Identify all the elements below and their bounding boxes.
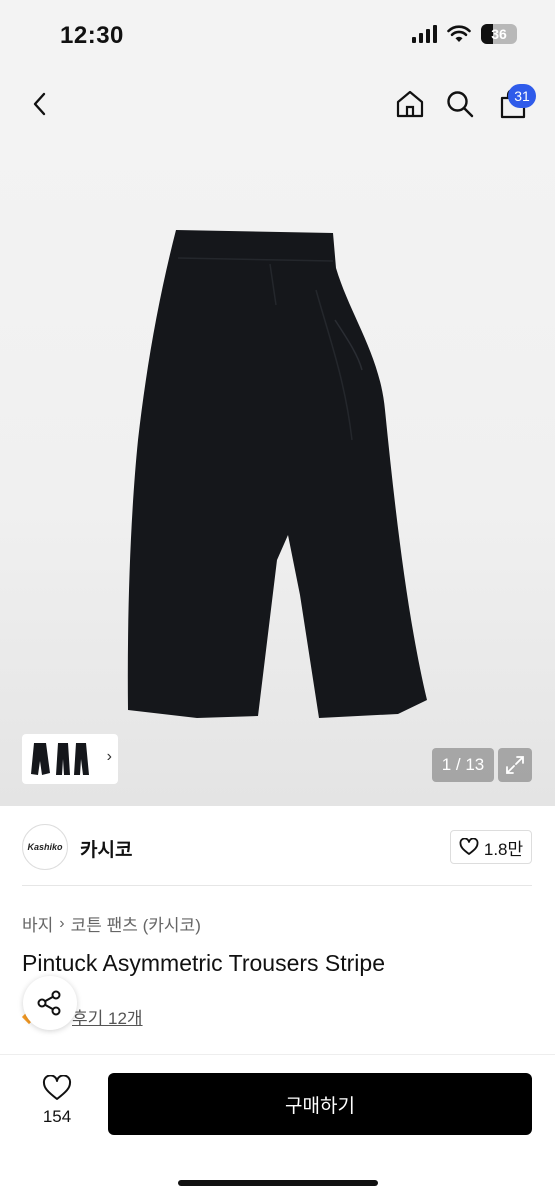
brand-like-button[interactable]: 1.8만 — [450, 830, 532, 864]
breadcrumb: 바지 › 코튼 팬츠 (카시코) — [22, 911, 201, 936]
divider — [22, 885, 532, 886]
back-button[interactable] — [20, 84, 60, 124]
wishlist-button[interactable]: 154 — [30, 1075, 84, 1135]
product-title: Pintuck Asymmetric Trousers Stripe — [22, 950, 385, 976]
brand-like-count: 1.8만 — [483, 839, 524, 859]
breadcrumb-item[interactable]: 코튼 팬츠 (카시코) — [71, 911, 201, 936]
brand-logo-text: Kashiko — [27, 842, 63, 852]
home-button[interactable] — [390, 84, 430, 124]
thumbnail-strip[interactable]: › — [22, 734, 118, 784]
bottom-action-bar: 154 구매하기 — [0, 1054, 555, 1200]
heart-icon — [42, 1075, 72, 1100]
chevron-left-icon — [33, 92, 46, 116]
product-thumbnail — [31, 743, 89, 775]
brand-row: Kashiko 카시코 1.8만 — [0, 806, 555, 886]
thumbnail-next-arrow: › — [106, 748, 112, 765]
cellular-signal-icon — [412, 25, 437, 43]
product-image-trousers — [127, 230, 428, 718]
breadcrumb-item[interactable]: 바지 — [22, 911, 53, 936]
cart-count-badge: 31 — [508, 84, 536, 108]
status-icons: 36 — [412, 24, 517, 44]
product-image-gallery[interactable]: › 1 / 13 — [0, 140, 555, 806]
search-button[interactable] — [440, 84, 480, 124]
status-bar: 12:30 36 — [0, 0, 555, 70]
expand-icon — [506, 756, 524, 774]
breadcrumb-chevron-icon: › — [59, 914, 65, 932]
battery-level: 36 — [491, 26, 507, 42]
brand-logo[interactable]: Kashiko — [22, 824, 68, 870]
home-indicator — [178, 1180, 378, 1186]
home-icon — [396, 90, 424, 118]
image-counter: 1 / 13 — [432, 748, 494, 782]
share-button[interactable] — [23, 976, 77, 1030]
buy-button[interactable]: 구매하기 — [108, 1073, 532, 1135]
top-navigation — [0, 70, 555, 140]
wifi-icon — [447, 25, 471, 42]
heart-icon — [459, 838, 479, 855]
wishlist-count: 154 — [42, 1107, 72, 1126]
status-time: 12:30 — [60, 22, 124, 49]
battery-icon: 36 — [481, 24, 517, 44]
search-icon — [447, 91, 474, 118]
brand-name[interactable]: 카시코 — [80, 835, 132, 862]
review-link[interactable]: 후기 12개 — [72, 1004, 143, 1029]
share-icon — [37, 990, 61, 1016]
expand-image-button[interactable] — [498, 748, 532, 782]
